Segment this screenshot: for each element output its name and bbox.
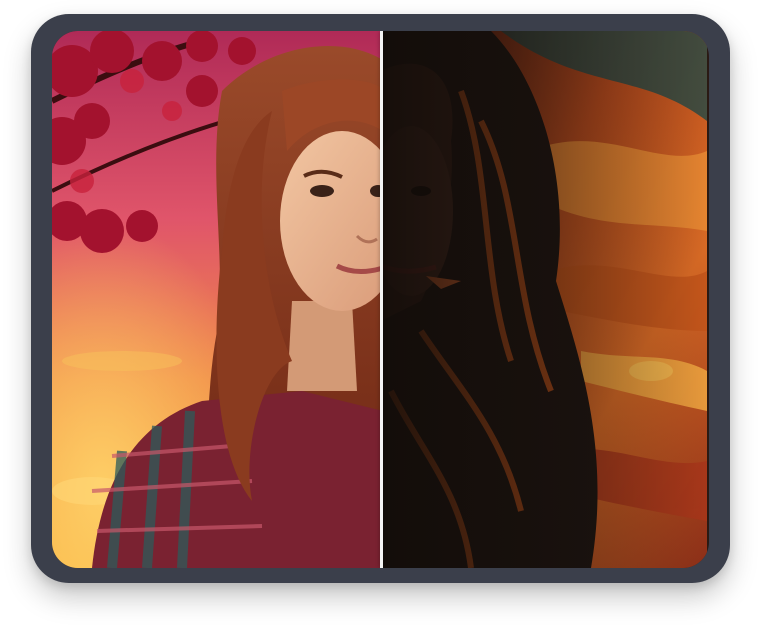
before-after-viewer[interactable] <box>52 31 709 568</box>
original-photo-pane <box>52 31 381 568</box>
original-portrait-image <box>52 31 381 568</box>
comparison-divider-handle[interactable] <box>380 31 383 568</box>
comparison-stage <box>0 0 763 627</box>
edited-photo-pane <box>381 31 709 568</box>
stylized-portrait-image <box>381 31 707 568</box>
